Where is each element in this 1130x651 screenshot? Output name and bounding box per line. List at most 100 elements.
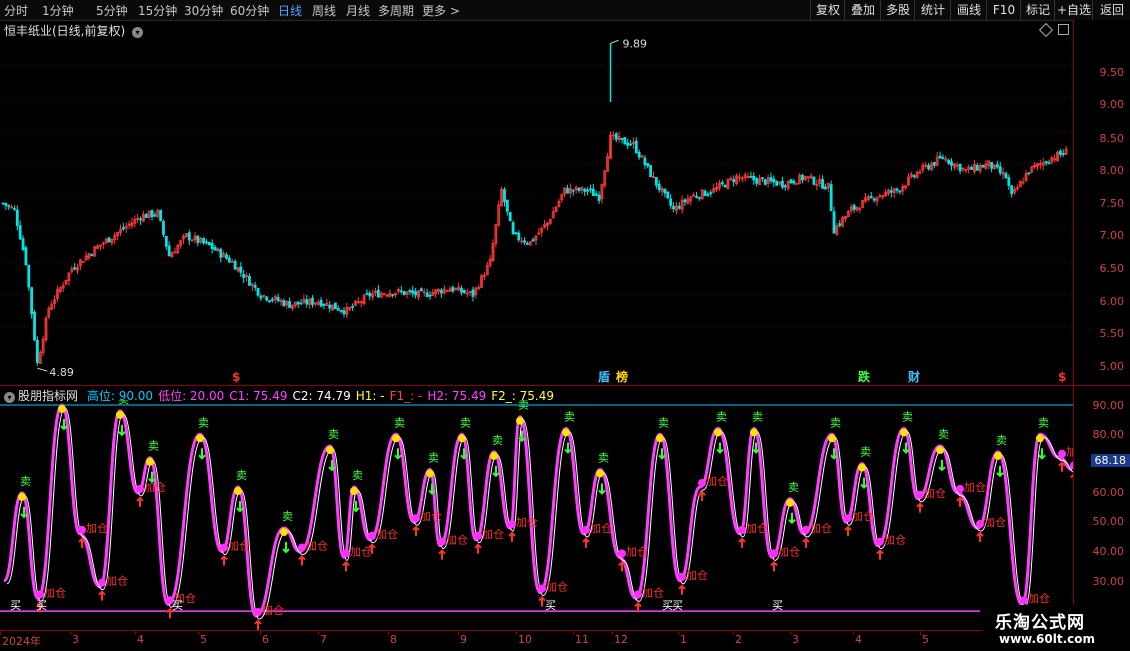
toolbar-button-1[interactable]: 叠加 xyxy=(844,0,881,20)
buy-signal[interactable]: 买 xyxy=(10,599,21,612)
event-marker[interactable]: $ xyxy=(1058,370,1066,384)
add-position-signal[interactable]: 加仓 xyxy=(420,509,442,523)
indicator-chart[interactable]: 卖加仓卖加仓加仓卖加仓卖加仓卖加仓卖加仓卖加仓卖加仓卖加仓卖加仓卖加仓卖加仓卖加… xyxy=(0,400,1074,630)
high-price-label: 9.89 xyxy=(623,37,648,50)
sell-signal[interactable]: 卖 xyxy=(352,469,363,482)
sell-signal[interactable]: 卖 xyxy=(20,475,31,488)
sell-signal[interactable]: 卖 xyxy=(394,416,405,429)
panel-divider[interactable] xyxy=(0,385,1130,386)
sell-signal[interactable]: 卖 xyxy=(282,510,293,523)
sell-signal[interactable]: 卖 xyxy=(716,410,727,423)
sell-signal[interactable]: 卖 xyxy=(1038,416,1049,429)
add-position-signal[interactable]: 加仓 xyxy=(262,603,284,617)
sell-signal[interactable]: 卖 xyxy=(328,428,339,441)
add-position-signal[interactable]: 加仓 xyxy=(144,480,166,494)
candlestick-chart[interactable]: 9.894.89$盾榜跌财$ xyxy=(0,20,1074,385)
sell-signal[interactable]: 卖 xyxy=(148,440,159,453)
add-position-signal[interactable]: 加仓 xyxy=(984,515,1006,529)
candle-body xyxy=(463,290,465,292)
sell-signal[interactable]: 卖 xyxy=(752,410,763,423)
sell-signal[interactable]: 卖 xyxy=(860,446,871,459)
period-tab-4[interactable]: 30分钟 xyxy=(184,2,223,19)
period-tab-6[interactable]: 日线 xyxy=(278,2,302,19)
candle-body xyxy=(28,265,30,287)
candle-body xyxy=(721,182,723,183)
toolbar-button-6[interactable]: 标记 xyxy=(1020,0,1055,20)
price-tick: 6.50 xyxy=(1100,262,1125,275)
period-tab-8[interactable]: 月线 xyxy=(346,2,370,19)
add-position-signal[interactable]: 加仓 xyxy=(924,486,946,500)
sell-signal[interactable]: 卖 xyxy=(996,434,1007,447)
add-position-signal[interactable]: 加仓 xyxy=(376,527,398,541)
period-tab-2[interactable]: 5分钟 xyxy=(96,2,128,19)
buy-signal[interactable]: 买 xyxy=(772,599,783,612)
period-tab-10[interactable]: 更多 > xyxy=(422,2,460,19)
add-position-signal[interactable]: 加仓 xyxy=(350,544,372,558)
toolbar-button-0[interactable]: 复权 xyxy=(810,0,845,20)
add-position-signal[interactable]: 加仓 xyxy=(686,568,708,582)
price-axis: 9.509.008.508.007.507.006.506.005.505.00 xyxy=(1073,20,1130,385)
toolbar-button-7[interactable]: +自选 xyxy=(1054,0,1093,20)
event-marker[interactable]: 榜 xyxy=(616,369,628,384)
add-position-signal[interactable]: 加仓 xyxy=(1028,591,1050,605)
period-tab-9[interactable]: 多周期 xyxy=(378,2,414,19)
add-position-signal[interactable]: 加仓 xyxy=(642,585,664,599)
add-position-signal[interactable]: 加仓 xyxy=(306,539,328,553)
add-position-signal[interactable]: 加仓 xyxy=(446,533,468,547)
add-position-signal[interactable]: 加仓 xyxy=(810,521,832,535)
buy-signal[interactable]: 买 xyxy=(172,599,183,612)
event-marker[interactable]: 盾 xyxy=(598,369,610,384)
sell-signal[interactable]: 卖 xyxy=(902,410,913,423)
sell-signal[interactable]: 卖 xyxy=(118,400,129,406)
period-tab-3[interactable]: 15分钟 xyxy=(138,2,177,19)
candle-body xyxy=(108,238,110,242)
toolbar-button-8[interactable]: 返回 xyxy=(1092,0,1130,20)
buy-signal[interactable]: 买 xyxy=(672,599,683,612)
sell-signal[interactable]: 卖 xyxy=(492,434,503,447)
toolbar-button-5[interactable]: F10 xyxy=(986,0,1021,20)
period-tab-7[interactable]: 周线 xyxy=(312,2,336,19)
period-tab-1[interactable]: 1分钟 xyxy=(42,2,74,19)
add-position-signal[interactable]: 加仓 xyxy=(516,515,538,529)
buy-signal[interactable]: 买 xyxy=(545,599,556,612)
sell-signal[interactable]: 卖 xyxy=(236,469,247,482)
period-tab-5[interactable]: 60分钟 xyxy=(230,2,269,19)
add-position-signal[interactable]: 加仓 xyxy=(964,480,986,494)
sell-signal[interactable]: 卖 xyxy=(518,400,529,412)
add-position-signal[interactable]: 加仓 xyxy=(706,474,728,488)
add-position-signal[interactable]: 加仓 xyxy=(228,539,250,553)
sell-signal[interactable]: 卖 xyxy=(460,416,471,429)
add-position-signal[interactable]: 加仓 xyxy=(746,521,768,535)
add-dot xyxy=(36,590,44,598)
add-position-signal[interactable]: 加仓 xyxy=(626,544,648,558)
toolbar-button-2[interactable]: 多股 xyxy=(880,0,915,20)
sell-signal[interactable]: 卖 xyxy=(830,416,841,429)
add-position-signal[interactable]: 加仓 xyxy=(44,585,66,599)
add-position-signal[interactable]: 加仓 xyxy=(546,580,568,594)
event-marker[interactable]: 跌 xyxy=(858,369,871,384)
sell-signal[interactable]: 卖 xyxy=(564,410,575,423)
candle-body xyxy=(939,156,941,158)
add-position-signal[interactable]: 加仓 xyxy=(852,509,874,523)
add-position-signal[interactable]: 加仓 xyxy=(884,533,906,547)
sell-signal[interactable]: 卖 xyxy=(428,451,439,464)
add-dot xyxy=(508,520,516,528)
period-tab-0[interactable]: 分时 xyxy=(4,2,28,19)
sell-signal[interactable]: 卖 xyxy=(198,416,209,429)
sell-signal[interactable]: 卖 xyxy=(598,451,609,464)
toolbar-button-4[interactable]: 画线 xyxy=(950,0,987,20)
toolbar-button-3[interactable]: 统计 xyxy=(914,0,951,20)
add-position-signal[interactable]: 加仓 xyxy=(590,521,612,535)
add-position-signal[interactable]: 加仓 xyxy=(86,521,108,535)
buy-signal[interactable]: 买 xyxy=(36,599,47,612)
add-position-signal[interactable]: 加仓 xyxy=(778,544,800,558)
add-dot xyxy=(844,514,852,522)
add-position-signal[interactable]: 加仓 xyxy=(106,574,128,588)
event-marker[interactable]: $ xyxy=(232,370,240,384)
sell-signal[interactable]: 卖 xyxy=(658,416,669,429)
sell-signal[interactable]: 卖 xyxy=(938,428,949,441)
add-dot xyxy=(678,573,686,581)
sell-signal[interactable]: 卖 xyxy=(788,481,799,494)
add-position-signal[interactable]: 加仓 xyxy=(482,527,504,541)
event-marker[interactable]: 财 xyxy=(907,369,920,384)
